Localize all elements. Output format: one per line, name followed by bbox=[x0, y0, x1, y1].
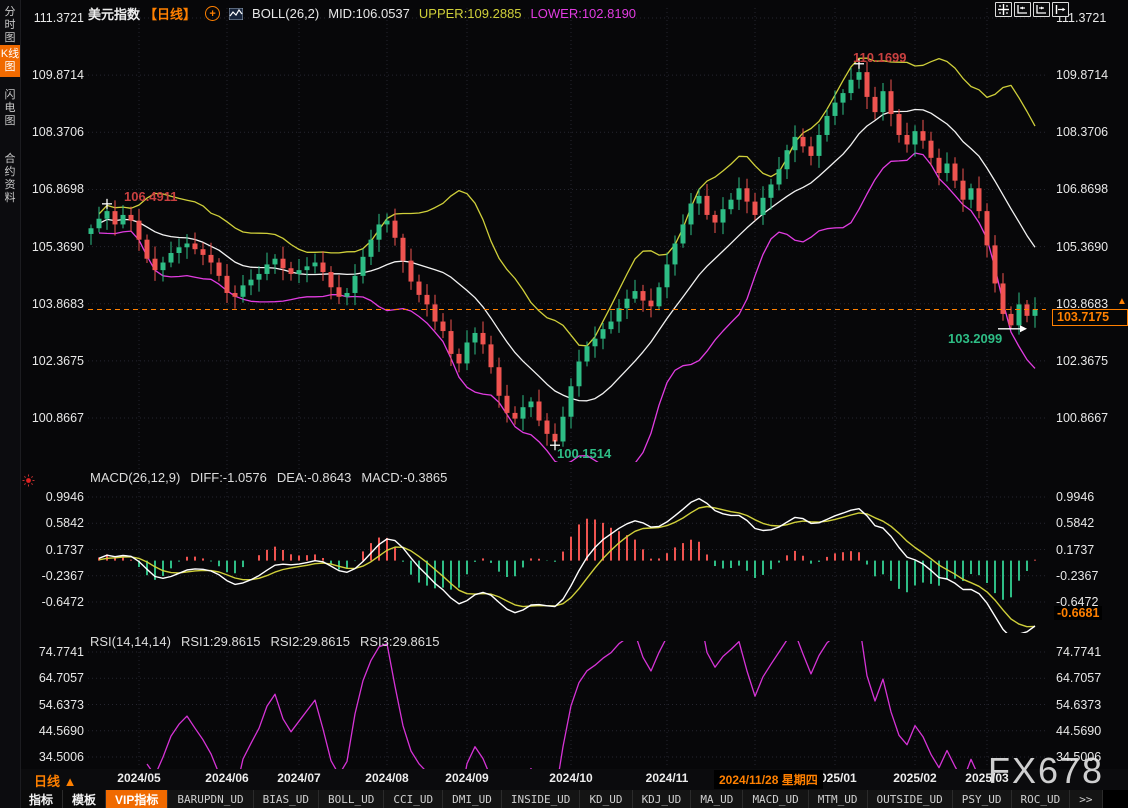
x-axis-date-row: 日线 ▲ 2024/05 2024/06 2024/07 2024/08 2024/09… bbox=[20, 769, 1128, 790]
rsi2-value: RSI2:29.8615 bbox=[270, 634, 350, 649]
toolbar-item-MTM_UD[interactable]: MTM_UD bbox=[809, 790, 868, 808]
pan-right-icon[interactable] bbox=[1052, 2, 1069, 17]
price-annotation: 106.4911 bbox=[124, 189, 178, 204]
current-price-box: 103.7175 bbox=[1052, 309, 1128, 326]
symbol-name: 美元指数 bbox=[88, 4, 140, 23]
toolbar-item->>[interactable]: >> bbox=[1070, 790, 1102, 808]
macd-macd-value: MACD:-0.3865 bbox=[361, 470, 447, 485]
candlestick-chart-canvas[interactable] bbox=[0, 0, 1128, 770]
boll-mid-value: MID:106.0537 bbox=[328, 6, 410, 21]
month-label: 2024/07 bbox=[277, 771, 320, 785]
month-label: 2024/05 bbox=[117, 771, 160, 785]
price-annotation: 100.1514 bbox=[557, 446, 611, 461]
toolbar-item-KDJ_UD[interactable]: KDJ_UD bbox=[633, 790, 692, 808]
month-label: 2024/11 bbox=[646, 771, 689, 785]
toolbar-item-VIP指标[interactable]: VIP指标 bbox=[106, 790, 168, 808]
toolbar-item-BIAS_UD[interactable]: BIAS_UD bbox=[254, 790, 319, 808]
macd-header: MACD(26,12,9) DIFF:-1.0576 DEA:-0.8643 M… bbox=[90, 470, 447, 485]
month-label: 2024/10 bbox=[549, 771, 592, 785]
indicator-icon[interactable] bbox=[229, 8, 243, 20]
crosshair-icon[interactable] bbox=[995, 2, 1012, 17]
price-annotation: 110.1699 bbox=[853, 50, 907, 65]
compress-axis-icon[interactable] bbox=[1014, 2, 1031, 17]
chart-header: 美元指数 【日线】 + BOLL(26,2) MID:106.0537 UPPE… bbox=[88, 4, 636, 23]
month-label: 2024/06 bbox=[205, 771, 248, 785]
alert-dot-icon[interactable] bbox=[22, 474, 35, 492]
price-up-arrow-icon: ▲ bbox=[1117, 296, 1127, 307]
chart-application-window: 分时图 K线图 闪电图 合约资料 美元指数 【日线】 + BOLL(26,2) … bbox=[0, 0, 1128, 808]
toolbar-item-DMI_UD[interactable]: DMI_UD bbox=[443, 790, 502, 808]
toolbar-item-MA_UD[interactable]: MA_UD bbox=[691, 790, 743, 808]
sidebar-tab-time-chart[interactable]: 分时图 bbox=[0, 3, 20, 48]
date-tooltip: 2024/11/28 星期四 bbox=[714, 770, 823, 789]
price-annotation: 103.2099 bbox=[948, 331, 1002, 346]
sidebar-tab-contract-info[interactable]: 合约资料 bbox=[0, 150, 20, 208]
sidebar: 分时图 K线图 闪电图 合约资料 bbox=[0, 0, 21, 808]
rsi1-value: RSI1:29.8615 bbox=[181, 634, 261, 649]
rsi-header: RSI(14,14,14) RSI1:29.8615 RSI2:29.8615 … bbox=[90, 634, 439, 649]
toolbar-item-INSIDE_UD[interactable]: INSIDE_UD bbox=[502, 790, 581, 808]
toolbar-item-PSY_UD[interactable]: PSY_UD bbox=[953, 790, 1012, 808]
expand-axis-icon[interactable] bbox=[1033, 2, 1050, 17]
toolbar-item-KD_UD[interactable]: KD_UD bbox=[580, 790, 632, 808]
boll-lower-value: LOWER:102.8190 bbox=[531, 6, 637, 21]
rsi-title: RSI(14,14,14) bbox=[90, 634, 171, 649]
watermark: FX678 bbox=[988, 750, 1104, 792]
month-label: 2025/02 bbox=[893, 771, 936, 785]
macd-dea-value: DEA:-0.8643 bbox=[277, 470, 351, 485]
trend-period-label[interactable]: 日线 ▲ bbox=[34, 771, 76, 790]
period-label: 【日线】 bbox=[144, 4, 196, 23]
indicator-toolbar: 指标模板VIP指标BARUPDN_UDBIAS_UDBOLL_UDCCI_UDD… bbox=[20, 790, 1128, 808]
boll-upper-value: UPPER:109.2885 bbox=[419, 6, 522, 21]
macd-diff-value: DIFF:-1.0576 bbox=[190, 470, 267, 485]
rsi3-value: RSI3:29.8615 bbox=[360, 634, 440, 649]
toolbar-item-模板[interactable]: 模板 bbox=[63, 790, 106, 808]
month-label: 2024/09 bbox=[445, 771, 488, 785]
toolbar-item-OUTSIDE_UD[interactable]: OUTSIDE_UD bbox=[868, 790, 953, 808]
toolbar-item-BARUPDN_UD[interactable]: BARUPDN_UD bbox=[168, 790, 253, 808]
month-label: 2024/08 bbox=[365, 771, 408, 785]
toolbar-item-ROC_UD[interactable]: ROC_UD bbox=[1012, 790, 1071, 808]
macd-current-value-label: -0.6681 bbox=[1054, 606, 1102, 620]
macd-title: MACD(26,12,9) bbox=[90, 470, 180, 485]
expand-icon[interactable]: + bbox=[205, 6, 220, 21]
toolbar-item-MACD_UD[interactable]: MACD_UD bbox=[743, 790, 808, 808]
toolbar-item-BOLL_UD[interactable]: BOLL_UD bbox=[319, 790, 384, 808]
toolbar-item-CCI_UD[interactable]: CCI_UD bbox=[384, 790, 443, 808]
chart-tool-icons bbox=[995, 2, 1069, 17]
boll-params-label: BOLL(26,2) bbox=[252, 6, 319, 21]
toolbar-item-指标[interactable]: 指标 bbox=[20, 790, 63, 808]
sidebar-tab-flash-chart[interactable]: 闪电图 bbox=[0, 86, 20, 131]
sidebar-tab-kline-chart[interactable]: K线图 bbox=[0, 45, 20, 77]
